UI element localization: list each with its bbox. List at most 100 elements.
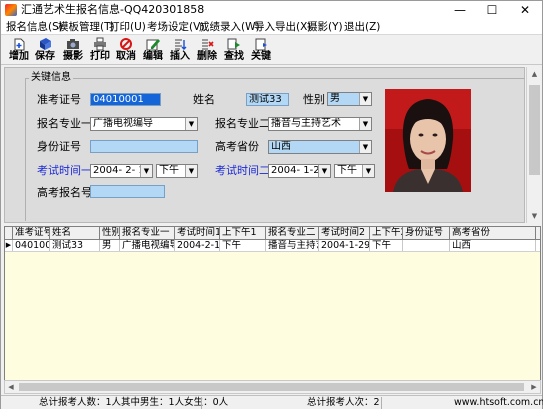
save-icon	[40, 38, 51, 50]
menu-template[interactable]: 模板管理(T)	[58, 20, 115, 34]
cell-time1[interactable]: 2004-2-1	[175, 240, 220, 251]
menu-signup-info[interactable]: 报名信息(S)	[6, 20, 63, 34]
scroll-up-icon[interactable]: ▲	[527, 67, 542, 81]
province-label: 高考省份	[215, 140, 259, 153]
province-select[interactable]: 山西 ▼	[268, 140, 372, 154]
chevron-down-icon: ▼	[185, 165, 197, 177]
id-no-field[interactable]	[90, 140, 198, 153]
scroll-left-icon[interactable]: ◀	[5, 381, 17, 393]
chevron-down-icon: ▼	[140, 165, 152, 177]
row-indicator-icon: ▶	[5, 240, 13, 251]
portrait-image	[385, 89, 471, 192]
col-time2[interactable]: 考试时间2	[319, 227, 370, 239]
grid-header: 准考证号 姓名 性别 报名专业一 考试时间1 上下午1 报名专业二 考试时间2 …	[5, 227, 540, 240]
menu-import-export[interactable]: 导入导出(X)	[254, 20, 311, 34]
cell-time2[interactable]: 2004-1-29	[319, 240, 370, 251]
menu-exit[interactable]: 退出(Z)	[344, 20, 380, 34]
window-title: 汇通艺术生报名信息-QQ420301858	[21, 3, 205, 16]
menu-bar: 报名信息(S) 模板管理(T) 打印(U) 考场设定(V) 成绩录入(W) 导入…	[1, 19, 542, 35]
status-separator	[201, 397, 202, 409]
form-vertical-scrollbar[interactable]: ▲ ▼	[526, 67, 541, 223]
col-name[interactable]: 姓名	[50, 227, 100, 239]
col-time1[interactable]: 考试时间1	[175, 227, 220, 239]
cell-major1[interactable]: 广播电视编导	[120, 240, 175, 251]
gender-select[interactable]: 男 ▼	[327, 92, 372, 106]
grid-horizontal-scrollbar[interactable]: ◀ ▶	[4, 380, 541, 394]
date1-picker[interactable]: 2004- 2- 1 ▼	[90, 164, 153, 178]
major2-select[interactable]: 播音与主持艺术 ▼	[268, 117, 372, 131]
insert-button[interactable]: 插入	[169, 37, 191, 64]
province-value: 山西	[271, 141, 291, 152]
camera-icon	[67, 39, 79, 49]
cell-major2[interactable]: 播音与主持艺	[266, 240, 319, 251]
app-window: 汇通艺术生报名信息-QQ420301858 — ☐ ✕ 报名信息(S) 模板管理…	[0, 0, 543, 409]
table-row[interactable]: ▶ 04010001 测试33 男 广播电视编导 2004-2-1 下午 播音与…	[5, 240, 540, 252]
cell-exam-no[interactable]: 04010001	[13, 240, 50, 251]
status-bar: 总计报考人数：1人其中男生：1人女生：0人 总计报考人次：2 www.htsof…	[1, 395, 543, 409]
exam-no-field[interactable]: 04010001	[90, 93, 161, 106]
menu-print[interactable]: 打印(U)	[109, 20, 146, 34]
find-label: 查找	[224, 51, 244, 62]
cell-name[interactable]: 测试33	[50, 240, 100, 251]
add-button[interactable]: 增加	[8, 37, 30, 64]
chevron-down-icon: ▼	[359, 93, 371, 105]
scroll-right-icon[interactable]: ▶	[528, 381, 540, 393]
camera-button[interactable]: 摄影	[62, 37, 84, 64]
close-doc-button[interactable]: 关键	[250, 37, 272, 64]
date2-picker[interactable]: 2004- 1-29 ▼	[268, 164, 331, 178]
find-icon	[227, 38, 240, 50]
delete-icon	[202, 39, 214, 50]
col-id-no[interactable]: 身份证号	[403, 227, 450, 239]
col-exam-no[interactable]: 准考证号	[13, 227, 50, 239]
maximize-button[interactable]: ☐	[476, 1, 508, 19]
close-button[interactable]: ✕	[509, 1, 541, 19]
ampm2-select[interactable]: 下午 ▼	[334, 164, 375, 178]
col-gender[interactable]: 性别	[100, 227, 120, 239]
col-major2[interactable]: 报名专业二	[266, 227, 319, 239]
gaokao-no-field[interactable]	[90, 185, 165, 198]
col-major1[interactable]: 报名专业一	[120, 227, 175, 239]
major1-select[interactable]: 广播电视编导 ▼	[90, 117, 198, 131]
gender-value: 男	[330, 93, 340, 104]
cell-ampm1[interactable]: 下午	[220, 240, 266, 251]
ampm2-value: 下午	[337, 165, 357, 176]
cell-province[interactable]: 山西	[450, 240, 536, 251]
student-photo	[385, 89, 471, 192]
ampm1-select[interactable]: 下午 ▼	[156, 164, 198, 178]
save-button[interactable]: 保存	[34, 37, 56, 64]
menu-photo[interactable]: 摄影(Y)	[307, 20, 343, 34]
name-field[interactable]: 测试33	[246, 93, 289, 106]
col-ampm2[interactable]: 上下午2	[370, 227, 403, 239]
cell-gender[interactable]: 男	[100, 240, 120, 251]
toolbar: 增加 保存 摄影 打印 取消 编辑 插入 删除 查找 关键	[1, 36, 542, 65]
edit-button[interactable]: 编辑	[142, 37, 164, 64]
status-counts: 总计报考人数：1人其中男生：1人女生：0人	[39, 397, 229, 408]
cell-id-no[interactable]	[403, 240, 450, 251]
cancel-button[interactable]: 取消	[115, 37, 137, 64]
date1-value: 2004- 2- 1	[93, 165, 145, 176]
scroll-thumb[interactable]	[19, 383, 524, 391]
print-button[interactable]: 打印	[89, 37, 111, 64]
delete-label: 删除	[197, 51, 217, 62]
major1-value: 广播电视编导	[93, 118, 153, 129]
find-button[interactable]: 查找	[223, 37, 245, 64]
scroll-down-icon[interactable]: ▼	[527, 209, 542, 223]
exam-no-label: 准考证号	[37, 93, 81, 106]
col-province[interactable]: 高考省份	[450, 227, 536, 239]
time2-label: 考试时间二	[215, 164, 270, 177]
menu-exam-room[interactable]: 考场设定(V)	[147, 20, 204, 34]
scroll-thumb[interactable]	[529, 85, 540, 175]
time1-label: 考试时间一	[37, 164, 92, 177]
cell-ampm2[interactable]: 下午	[370, 240, 403, 251]
edit-label: 编辑	[143, 51, 163, 62]
col-ampm1[interactable]: 上下午1	[220, 227, 266, 239]
status-separator	[381, 397, 382, 409]
name-label: 姓名	[193, 93, 215, 106]
status-website: www.htsoft.com.cn	[454, 397, 543, 408]
menu-score-entry[interactable]: 成绩录入(W)	[199, 20, 260, 34]
delete-button[interactable]: 删除	[196, 37, 218, 64]
print-icon	[94, 37, 106, 51]
major2-value: 播音与主持艺术	[271, 118, 341, 129]
minimize-button[interactable]: —	[444, 1, 476, 19]
chevron-down-icon: ▼	[318, 165, 330, 177]
